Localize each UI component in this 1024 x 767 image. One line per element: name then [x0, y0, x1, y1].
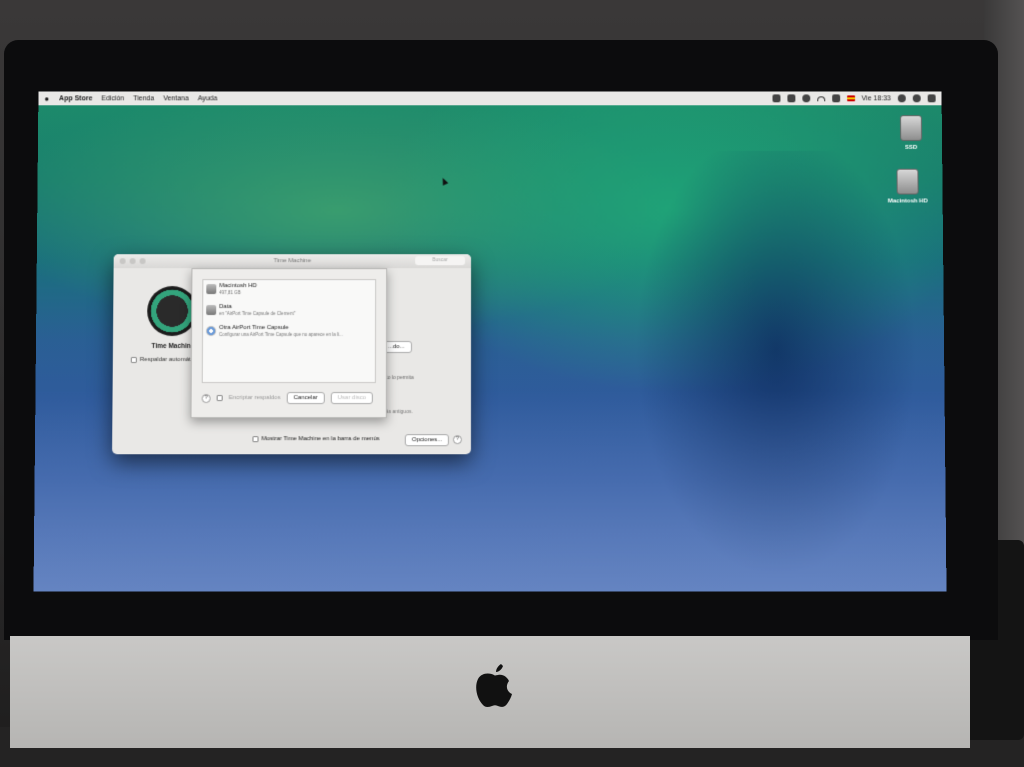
- sheet-help-button[interactable]: ?: [202, 394, 211, 403]
- menu-ventana[interactable]: Ventana: [163, 95, 189, 102]
- search-field[interactable]: Buscar: [415, 256, 465, 265]
- desktop-icon-label: SSD: [905, 145, 917, 151]
- auto-backup-row[interactable]: Respaldar automát: [131, 357, 191, 363]
- hard-drive-icon: [896, 169, 918, 195]
- disk-detail: Configurar una AirPort Time Capsule que …: [219, 332, 369, 338]
- show-in-menubar-row[interactable]: Mostrar Time Machine en la barra de menú…: [252, 436, 379, 442]
- menu-extras: Vie 18:33: [772, 94, 936, 102]
- zoom-button-icon[interactable]: [140, 258, 146, 264]
- bluetooth-icon[interactable]: [802, 94, 810, 102]
- menu-tienda[interactable]: Tienda: [133, 95, 154, 102]
- disk-item-data[interactable]: Data en "AirPort Time Capsule de Clement…: [203, 302, 375, 322]
- desktop-screen: ● App Store Edición Tienda Ventana Ayuda…: [34, 91, 947, 591]
- hard-drive-icon: [900, 115, 922, 141]
- time-machine-logo-icon: [147, 286, 197, 336]
- disk-name: Data: [219, 302, 375, 311]
- menu-app-name[interactable]: App Store: [59, 95, 92, 102]
- encrypt-label: Encriptar respaldos: [229, 395, 281, 401]
- time-capsule-icon: [206, 326, 216, 336]
- cancel-button[interactable]: Cancelar: [286, 392, 324, 404]
- help-button[interactable]: ?: [453, 435, 462, 444]
- desktop-icon-label: Macintosh HD: [888, 198, 928, 204]
- show-in-menubar-checkbox[interactable]: [252, 436, 258, 442]
- wifi-icon[interactable]: [817, 96, 825, 101]
- menu-clock[interactable]: Vie 18:33: [862, 95, 891, 102]
- hard-drive-icon: [206, 305, 216, 315]
- auto-backup-checkbox[interactable]: [131, 357, 137, 363]
- minimize-button-icon[interactable]: [130, 258, 136, 264]
- apple-menu-icon[interactable]: ●: [44, 94, 49, 103]
- window-title: Time Machine: [274, 258, 311, 264]
- disk-detail: 497,81 GB: [219, 290, 369, 296]
- use-disk-button[interactable]: Usar disco: [330, 392, 372, 404]
- close-button-icon[interactable]: [120, 258, 126, 264]
- menu-bar: ● App Store Edición Tienda Ventana Ayuda…: [38, 91, 941, 105]
- hard-drive-icon: [206, 284, 216, 294]
- notification-center-icon[interactable]: [928, 94, 936, 102]
- mouse-cursor-icon: [440, 177, 448, 186]
- input-source-flag-icon[interactable]: [847, 95, 855, 101]
- user-avatar-icon[interactable]: [913, 94, 921, 102]
- dropbox-icon[interactable]: [772, 94, 780, 102]
- desktop-icon-macintosh-hd[interactable]: Macintosh HD: [878, 169, 938, 205]
- encrypt-checkbox[interactable]: [217, 395, 223, 401]
- time-machine-menu-icon[interactable]: [787, 94, 795, 102]
- window-titlebar[interactable]: Time Machine Buscar: [114, 254, 471, 268]
- disk-item-other-time-capsule[interactable]: Otra AirPort Time Capsule Configurar una…: [203, 323, 375, 343]
- spotlight-search-icon[interactable]: [898, 94, 906, 102]
- auto-backup-label: Respaldar automát: [140, 357, 191, 363]
- disk-name: Otra AirPort Time Capsule: [219, 323, 375, 332]
- disk-list: Macintosh HD 497,81 GB Data en "AirPort …: [202, 279, 376, 383]
- menu-ayuda[interactable]: Ayuda: [198, 95, 218, 102]
- menu-edicion[interactable]: Edición: [101, 95, 124, 102]
- desktop-icon-ssd[interactable]: SSD: [881, 115, 941, 151]
- sheet-button-row: ? Encriptar respaldos Cancelar Usar disc…: [202, 392, 378, 404]
- show-in-menubar-label: Mostrar Time Machine en la barra de menú…: [261, 436, 379, 442]
- options-button[interactable]: Opciones...: [405, 434, 449, 446]
- disk-item-macintosh-hd[interactable]: Macintosh HD 497,81 GB: [203, 281, 375, 301]
- disk-name: Macintosh HD: [219, 281, 375, 290]
- time-machine-window: Time Machine Buscar Time Machine Respald…: [112, 254, 471, 454]
- disk-selection-sheet: Macintosh HD 497,81 GB Data en "AirPort …: [190, 268, 387, 418]
- apple-logo-icon: [474, 662, 514, 708]
- disk-detail: en "AirPort Time Capsule de Clement": [219, 311, 369, 317]
- volume-icon[interactable]: [832, 94, 840, 102]
